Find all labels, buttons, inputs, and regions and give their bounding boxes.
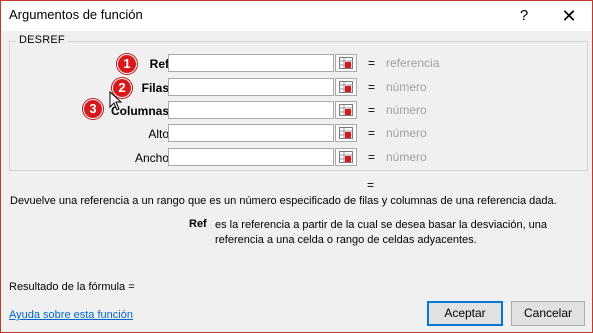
- arg-row-ref: 1 Ref = referencia: [10, 54, 587, 74]
- collapse-dialog-button-filas[interactable]: [335, 78, 357, 96]
- help-link[interactable]: Ayuda sobre esta función: [9, 309, 133, 321]
- help-button[interactable]: ?: [501, 1, 547, 31]
- arg-hint-alto: número: [386, 126, 427, 140]
- arg-hint-ref: referencia: [386, 56, 440, 70]
- collapse-dialog-button-alto[interactable]: [335, 124, 357, 142]
- arg-row-filas: 2 Filas = número: [10, 78, 587, 98]
- arg-hint-filas: número: [386, 80, 427, 94]
- function-arguments-dialog: Argumentos de función ? ✕ DESREF 1 Ref =…: [0, 0, 593, 333]
- cancel-button[interactable]: Cancelar: [511, 301, 585, 326]
- arg-row-columnas: 3 Columnas = número: [10, 99, 587, 121]
- step-badge-3: 3: [83, 99, 103, 119]
- arg-eq-columnas: =: [368, 103, 376, 117]
- arg-hint-ancho: número: [386, 150, 427, 164]
- arg-eq-ancho: =: [368, 150, 376, 164]
- close-button[interactable]: ✕: [546, 1, 592, 31]
- arg-label-ref: Ref: [149, 57, 169, 71]
- function-name: DESREF: [16, 34, 68, 46]
- arg-description-name: Ref: [189, 218, 207, 230]
- title-bar[interactable]: Argumentos de función ? ✕: [1, 1, 592, 31]
- arg-eq-ref: =: [368, 56, 376, 70]
- collapse-dialog-button-ref[interactable]: [335, 54, 357, 72]
- collapse-dialog-button-ancho[interactable]: [335, 148, 357, 166]
- function-result-eq: =: [367, 178, 375, 192]
- arg-row-alto: Alto = número: [10, 124, 587, 144]
- range-select-icon: [339, 81, 353, 93]
- arg-label-alto: Alto: [148, 127, 169, 141]
- range-select-icon: [339, 151, 353, 163]
- arg-description-text: es la referencia a partir de la cual se …: [215, 219, 548, 246]
- range-select-icon: [339, 57, 353, 69]
- range-select-icon: [339, 104, 353, 116]
- arg-label-ancho: Ancho: [134, 151, 169, 165]
- ref-input[interactable]: [168, 54, 334, 72]
- function-group: DESREF 1 Ref = referencia 2 Filas = núme…: [9, 34, 588, 171]
- arg-eq-filas: =: [368, 80, 376, 94]
- dialog-title: Argumentos de función: [9, 7, 143, 22]
- alto-input[interactable]: [168, 124, 334, 142]
- ancho-input[interactable]: [168, 148, 334, 166]
- range-select-icon: [339, 127, 353, 139]
- arg-row-ancho: Ancho = número: [10, 148, 587, 168]
- collapse-dialog-button-columnas[interactable]: [335, 101, 357, 119]
- ok-button[interactable]: Aceptar: [427, 301, 503, 326]
- arg-hint-columnas: número: [386, 103, 427, 117]
- arg-eq-alto: =: [368, 126, 376, 140]
- mouse-cursor-icon: [109, 91, 123, 111]
- formula-result-label: Resultado de la fórmula =: [9, 281, 135, 293]
- arg-label-filas: Filas: [141, 81, 169, 95]
- columnas-input[interactable]: [168, 101, 334, 119]
- step-badge-1: 1: [117, 54, 137, 74]
- function-description: Devuelve una referencia a un rango que e…: [10, 195, 557, 207]
- filas-input[interactable]: [168, 78, 334, 96]
